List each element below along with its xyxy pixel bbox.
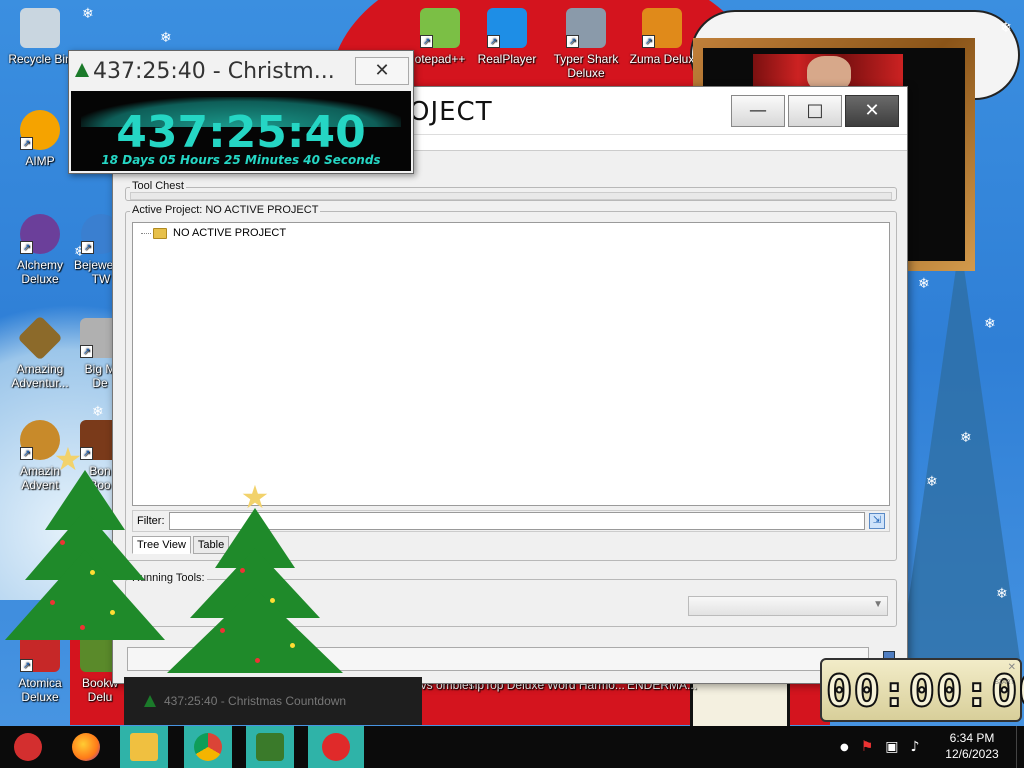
tool-chest-group: Tool Chest — [125, 180, 897, 201]
tree-root-label: NO ACTIVE PROJECT — [173, 227, 287, 239]
snowflake-icon: ❄ — [984, 316, 996, 332]
desktop-icon-label: Amazing Adventur... — [11, 362, 69, 390]
taskbar-app-plant[interactable] — [246, 726, 294, 768]
stopwatch-close-icon[interactable]: ✕ — [1008, 662, 1016, 673]
desktop-icon-label: otepad++ — [414, 52, 466, 66]
network-icon[interactable]: ▣ — [885, 739, 898, 755]
tree-icon — [75, 63, 89, 77]
countdown-titlebar[interactable]: 437:25:40 - Christm... ✕ — [69, 51, 413, 89]
taskbar-app-chrome[interactable] — [184, 726, 232, 768]
system-clock[interactable]: 6:34 PM 12/6/2023 — [944, 730, 1000, 762]
snowflake-icon: ❄ — [996, 586, 1008, 602]
desktop-icon-label: RealPlayer — [477, 52, 537, 66]
taskbar-app-red[interactable] — [308, 726, 364, 768]
plant-app-icon — [256, 733, 284, 761]
start-button[interactable] — [4, 726, 52, 768]
countdown-title: 437:25:40 - Christm... — [93, 59, 335, 84]
desktop-icon-zuma[interactable]: ↗ Zuma Delux — [622, 8, 702, 66]
desktop-icon-typer-shark[interactable]: ↗ Typer Shark Deluxe — [546, 8, 626, 80]
file-explorer-icon — [130, 733, 158, 761]
taskbar: ● ⚑ ▣ ♪ 6:34 PM 12/6/2023 — [0, 726, 1024, 768]
countdown-time: 437:25:40 — [116, 107, 366, 158]
snowflake-icon: ❄ — [92, 404, 104, 420]
window-title: OJECT — [409, 97, 493, 127]
desktop-icon-label: Recycle Bin — [8, 52, 72, 66]
santa-start-icon — [14, 733, 42, 761]
desktop-icon-alchemy[interactable]: ↗ Alchemy Deluxe — [0, 214, 80, 286]
stopwatch-gadget[interactable]: 00:00:00 START ✕ — [820, 658, 1024, 722]
recycle-bin-icon — [20, 8, 60, 48]
show-desktop-button[interactable] — [1016, 726, 1024, 768]
snowflake-icon: ❄ — [960, 430, 972, 446]
taskbar-app-firefox[interactable] — [62, 726, 110, 768]
project-tree[interactable]: NO ACTIVE PROJECT — [132, 222, 890, 506]
clock-time: 6:34 PM — [949, 731, 995, 745]
amazing-adventures-icon — [17, 315, 63, 361]
stopwatch-start-button[interactable]: START — [995, 680, 1014, 686]
tray-dot-icon[interactable]: ● — [840, 742, 849, 753]
alchemy-deluxe-icon: ↗ — [20, 214, 60, 254]
stopwatch-digits: 00:00:00 — [825, 665, 1024, 718]
tool-chest-bar[interactable] — [130, 192, 892, 200]
system-tray: ● ⚑ ▣ ♪ — [840, 726, 919, 768]
running-tools-select[interactable]: ▼ — [688, 596, 888, 616]
aimp-icon: ↗ — [20, 110, 60, 150]
taskbar-preview-tooltip[interactable]: 437:25:40 - Christmas Countdown — [124, 677, 422, 725]
desktop-icon-label: Atomica Deluxe — [18, 676, 62, 704]
clock-date: 12/6/2023 — [945, 747, 999, 761]
flag-icon[interactable]: ⚑ — [861, 739, 874, 755]
christmas-tree-decoration: ★ — [160, 478, 350, 678]
minimize-button[interactable]: — — [731, 95, 785, 127]
desktop-icon-label: Zuma Delux — [629, 52, 695, 66]
snowflake-icon: ❄ — [1000, 20, 1012, 36]
desktop-icon-realplayer[interactable]: ↗ RealPlayer — [467, 8, 547, 66]
desktop-icon-label: Typer Shark Deluxe — [553, 52, 619, 80]
countdown-detail: 18 Days 05 Hours 25 Minutes 40 Seconds — [101, 153, 381, 167]
volume-icon[interactable]: ♪ — [911, 739, 920, 755]
countdown-display: 437:25:40 18 Days 05 Hours 25 Minutes 40… — [71, 91, 411, 171]
filter-apply-icon[interactable]: ⇲ — [869, 513, 885, 529]
maximize-button[interactable]: □ — [788, 95, 842, 127]
tree-connector — [141, 233, 151, 234]
countdown-window[interactable]: 437:25:40 - Christm... ✕ 437:25:40 18 Da… — [68, 50, 414, 174]
chevron-down-icon: ▼ — [873, 599, 883, 610]
snowflake-icon: ❄ — [160, 30, 172, 46]
desktop-icon-label: Alchemy Deluxe — [16, 258, 63, 286]
desktop-icon-label: AIMP — [25, 154, 55, 168]
active-project-label: Active Project: NO ACTIVE PROJECT — [130, 204, 321, 216]
notepad-plus-plus-icon: ↗ — [420, 8, 460, 48]
realplayer-icon: ↗ — [487, 8, 527, 48]
typer-shark-icon: ↗ — [566, 8, 606, 48]
zuma-deluxe-icon: ↗ — [642, 8, 682, 48]
chrome-icon — [194, 733, 222, 761]
preview-title: 437:25:40 - Christmas Countdown — [164, 694, 347, 708]
red-app-icon — [322, 733, 350, 761]
countdown-close-button[interactable]: ✕ — [355, 57, 409, 85]
desktop-icon-label: Big M De — [84, 362, 116, 390]
taskbar-app-file-explorer[interactable] — [120, 726, 168, 768]
christmas-tree-decoration: ★ — [0, 440, 170, 660]
tree-root-node[interactable]: NO ACTIVE PROJECT — [153, 227, 286, 239]
tree-icon — [144, 695, 156, 707]
folder-icon — [153, 227, 167, 239]
firefox-icon — [72, 733, 100, 761]
snowflake-icon: ❄ — [82, 6, 94, 22]
close-button[interactable]: ✕ — [845, 95, 899, 127]
snowflake-icon: ❄ — [926, 474, 938, 490]
tool-chest-label: Tool Chest — [130, 180, 186, 192]
snowflake-icon: ❄ — [918, 276, 930, 292]
desktop-icon-amazing-adventures[interactable]: Amazing Adventur... — [0, 315, 80, 390]
